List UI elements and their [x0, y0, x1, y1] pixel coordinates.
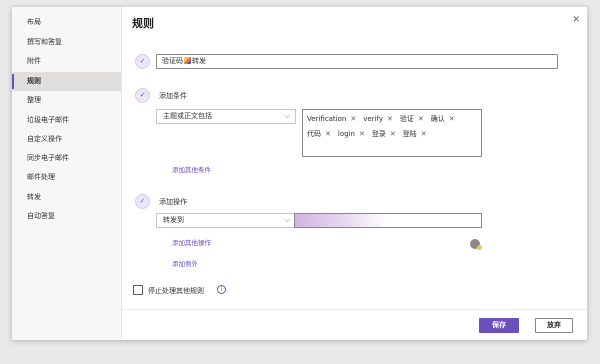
condition-type-value: 主题或正文包括	[163, 112, 212, 120]
save-button[interactable]: 保存	[479, 318, 519, 333]
rule-name-input[interactable]: 验证码 转发	[156, 54, 558, 69]
remove-tag-icon[interactable]: ✕	[350, 115, 356, 123]
condition-keywords-box[interactable]: Verification ✕ verify ✕ 验证 ✕ 确认 ✕ 代码 ✕ login ✕…	[302, 109, 482, 157]
remove-tag-icon[interactable]: ✕	[421, 130, 427, 138]
page-title: 规则	[132, 17, 154, 30]
keyword-tag: login ✕	[337, 130, 365, 138]
dialog-footer: 保存 放弃	[122, 309, 587, 340]
remove-tag-icon[interactable]: ✕	[418, 115, 424, 123]
add-another-condition-link[interactable]: 添加其他条件	[172, 164, 211, 174]
sidebar-item-compose-reply[interactable]: 撰写和答复	[12, 33, 121, 52]
info-icon[interactable]: i	[217, 285, 226, 294]
pencil-emoji-icon	[184, 57, 191, 64]
remove-tag-icon[interactable]: ✕	[390, 130, 396, 138]
keyword-tag: 确认 ✕	[430, 115, 455, 123]
rule-name-suffix: 转发	[192, 57, 206, 65]
sidebar-item-message-handling[interactable]: 邮件处理	[12, 168, 121, 187]
contact-hint-icon	[470, 239, 482, 250]
stop-processing-checkbox[interactable]	[133, 285, 143, 295]
keyword-tag: 代码 ✕	[307, 130, 331, 138]
sidebar-item-custom-actions[interactable]: 自定义操作	[12, 130, 121, 149]
close-icon[interactable]: ✕	[572, 15, 580, 25]
sidebar-item-layout[interactable]: 布局	[12, 13, 121, 32]
check-icon: ✓	[135, 88, 150, 103]
sidebar-item-rules[interactable]: 规则	[12, 72, 121, 91]
rule-name-prefix: 验证码	[162, 57, 183, 65]
check-icon: ✓	[135, 194, 150, 209]
sidebar-item-junk-email[interactable]: 垃圾电子邮件	[12, 111, 121, 130]
condition-type-select[interactable]: 主题或正文包括 ⌵	[156, 109, 296, 124]
stop-processing-label: 停止处理其他规则	[148, 287, 204, 295]
redacted-address	[295, 214, 387, 227]
forward-to-address-input[interactable]	[294, 213, 482, 228]
add-condition-label: 添加条件	[159, 92, 187, 100]
add-exception-link[interactable]: 添加例外	[172, 258, 198, 268]
keyword-tag: Verification ✕	[307, 115, 357, 123]
sidebar-item-forwarding[interactable]: 转发	[12, 188, 121, 207]
add-another-action-link[interactable]: 添加其他操作	[172, 237, 211, 247]
add-action-label: 添加操作	[159, 198, 187, 206]
rules-dialog: 布局 撰写和答复 附件 规则 整理 垃圾电子邮件 自定义操作 同步电子邮件 邮件…	[12, 7, 587, 340]
remove-tag-icon[interactable]: ✕	[325, 130, 331, 138]
action-type-select[interactable]: 转发到 ⌵	[156, 213, 296, 228]
settings-sidebar: 布局 撰写和答复 附件 规则 整理 垃圾电子邮件 自定义操作 同步电子邮件 邮件…	[12, 7, 122, 340]
chevron-down-icon: ⌵	[284, 216, 290, 224]
chevron-down-icon: ⌵	[284, 112, 290, 120]
rules-main-panel: 规则 ✕ ✓ 验证码 转发 ✓ 添加条件 主题或正文包括 ⌵ Verificati…	[122, 7, 587, 340]
keyword-tag: 登陆 ✕	[402, 130, 427, 138]
remove-tag-icon[interactable]: ✕	[449, 115, 455, 123]
discard-button[interactable]: 放弃	[535, 318, 573, 333]
remove-tag-icon[interactable]: ✕	[387, 115, 393, 123]
keyword-tag: verify ✕	[363, 115, 393, 123]
action-type-value: 转发到	[163, 216, 184, 224]
keyword-tag: 验证 ✕	[399, 115, 424, 123]
keyword-tag: 登录 ✕	[371, 130, 396, 138]
sidebar-item-sweep[interactable]: 整理	[12, 91, 121, 110]
check-icon: ✓	[135, 54, 150, 69]
sidebar-item-attachments[interactable]: 附件	[12, 52, 121, 71]
sidebar-item-auto-replies[interactable]: 自动答复	[12, 207, 121, 226]
sidebar-item-sync-email[interactable]: 同步电子邮件	[12, 149, 121, 168]
remove-tag-icon[interactable]: ✕	[359, 130, 365, 138]
